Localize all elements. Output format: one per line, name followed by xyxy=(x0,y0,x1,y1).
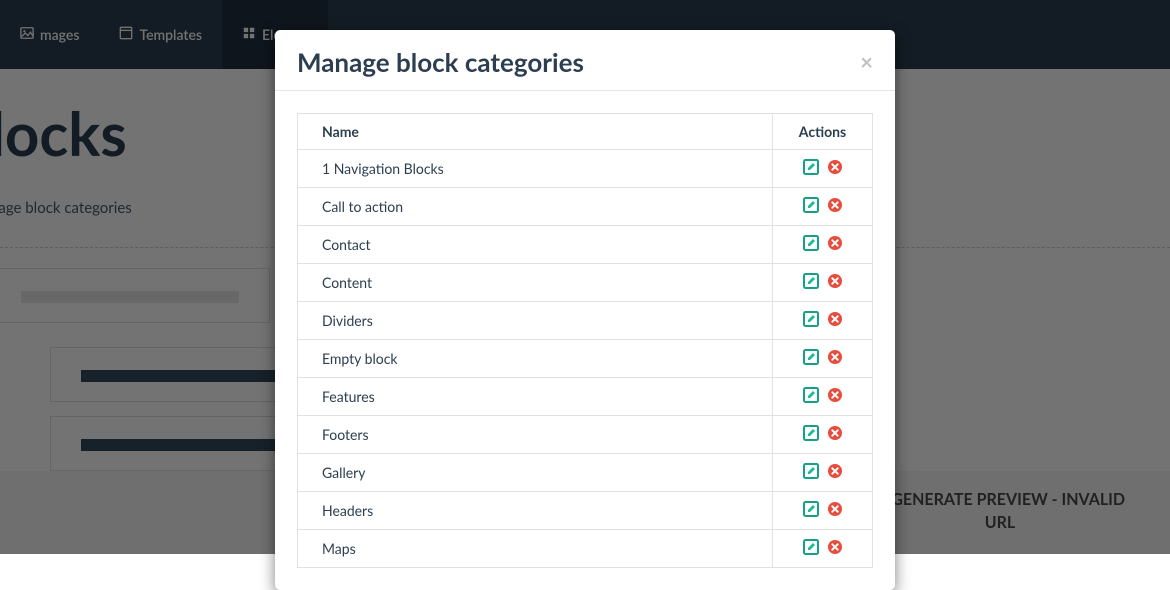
delete-icon[interactable] xyxy=(827,539,843,555)
category-name-cell: Content xyxy=(298,264,773,302)
actions-cell xyxy=(773,302,873,340)
delete-icon[interactable] xyxy=(827,501,843,517)
edit-icon[interactable] xyxy=(803,159,819,175)
table-row: Contact xyxy=(298,226,873,264)
col-name-header: Name xyxy=(298,114,773,150)
edit-icon[interactable] xyxy=(803,463,819,479)
category-name-cell: Maps xyxy=(298,530,773,568)
category-name-cell: Features xyxy=(298,378,773,416)
actions-cell xyxy=(773,492,873,530)
delete-icon[interactable] xyxy=(827,349,843,365)
edit-icon[interactable] xyxy=(803,539,819,555)
actions-cell xyxy=(773,188,873,226)
actions-cell xyxy=(773,340,873,378)
category-name-cell: Empty block xyxy=(298,340,773,378)
category-name-cell: Contact xyxy=(298,226,773,264)
delete-icon[interactable] xyxy=(827,425,843,441)
category-name-cell: Headers xyxy=(298,492,773,530)
edit-icon[interactable] xyxy=(803,349,819,365)
table-row: Empty block xyxy=(298,340,873,378)
edit-icon[interactable] xyxy=(803,311,819,327)
actions-cell xyxy=(773,454,873,492)
table-row: Content xyxy=(298,264,873,302)
table-row: Gallery xyxy=(298,454,873,492)
delete-icon[interactable] xyxy=(827,159,843,175)
modal-header: Manage block categories × xyxy=(275,30,895,91)
close-icon[interactable]: × xyxy=(860,51,873,73)
category-name-cell: Dividers xyxy=(298,302,773,340)
actions-cell xyxy=(773,416,873,454)
edit-icon[interactable] xyxy=(803,387,819,403)
actions-cell xyxy=(773,264,873,302)
table-row: Features xyxy=(298,378,873,416)
delete-icon[interactable] xyxy=(827,387,843,403)
delete-icon[interactable] xyxy=(827,463,843,479)
delete-icon[interactable] xyxy=(827,235,843,251)
edit-icon[interactable] xyxy=(803,501,819,517)
table-row: Maps xyxy=(298,530,873,568)
modal-body: Name Actions 1 Navigation BlocksCall to … xyxy=(275,91,895,590)
actions-cell xyxy=(773,378,873,416)
col-actions-header: Actions xyxy=(773,114,873,150)
edit-icon[interactable] xyxy=(803,273,819,289)
category-name-cell: Footers xyxy=(298,416,773,454)
categories-table: Name Actions 1 Navigation BlocksCall to … xyxy=(297,113,873,568)
manage-categories-modal: Manage block categories × Name Actions 1… xyxy=(275,30,895,590)
modal-title: Manage block categories xyxy=(297,46,584,78)
table-row: 1 Navigation Blocks xyxy=(298,150,873,188)
actions-cell xyxy=(773,150,873,188)
delete-icon[interactable] xyxy=(827,311,843,327)
actions-cell xyxy=(773,530,873,568)
table-row: Dividers xyxy=(298,302,873,340)
table-row: Call to action xyxy=(298,188,873,226)
category-name-cell: Call to action xyxy=(298,188,773,226)
category-name-cell: Gallery xyxy=(298,454,773,492)
edit-icon[interactable] xyxy=(803,235,819,251)
edit-icon[interactable] xyxy=(803,425,819,441)
table-row: Footers xyxy=(298,416,873,454)
actions-cell xyxy=(773,226,873,264)
table-row: Headers xyxy=(298,492,873,530)
delete-icon[interactable] xyxy=(827,197,843,213)
category-name-cell: 1 Navigation Blocks xyxy=(298,150,773,188)
delete-icon[interactable] xyxy=(827,273,843,289)
edit-icon[interactable] xyxy=(803,197,819,213)
